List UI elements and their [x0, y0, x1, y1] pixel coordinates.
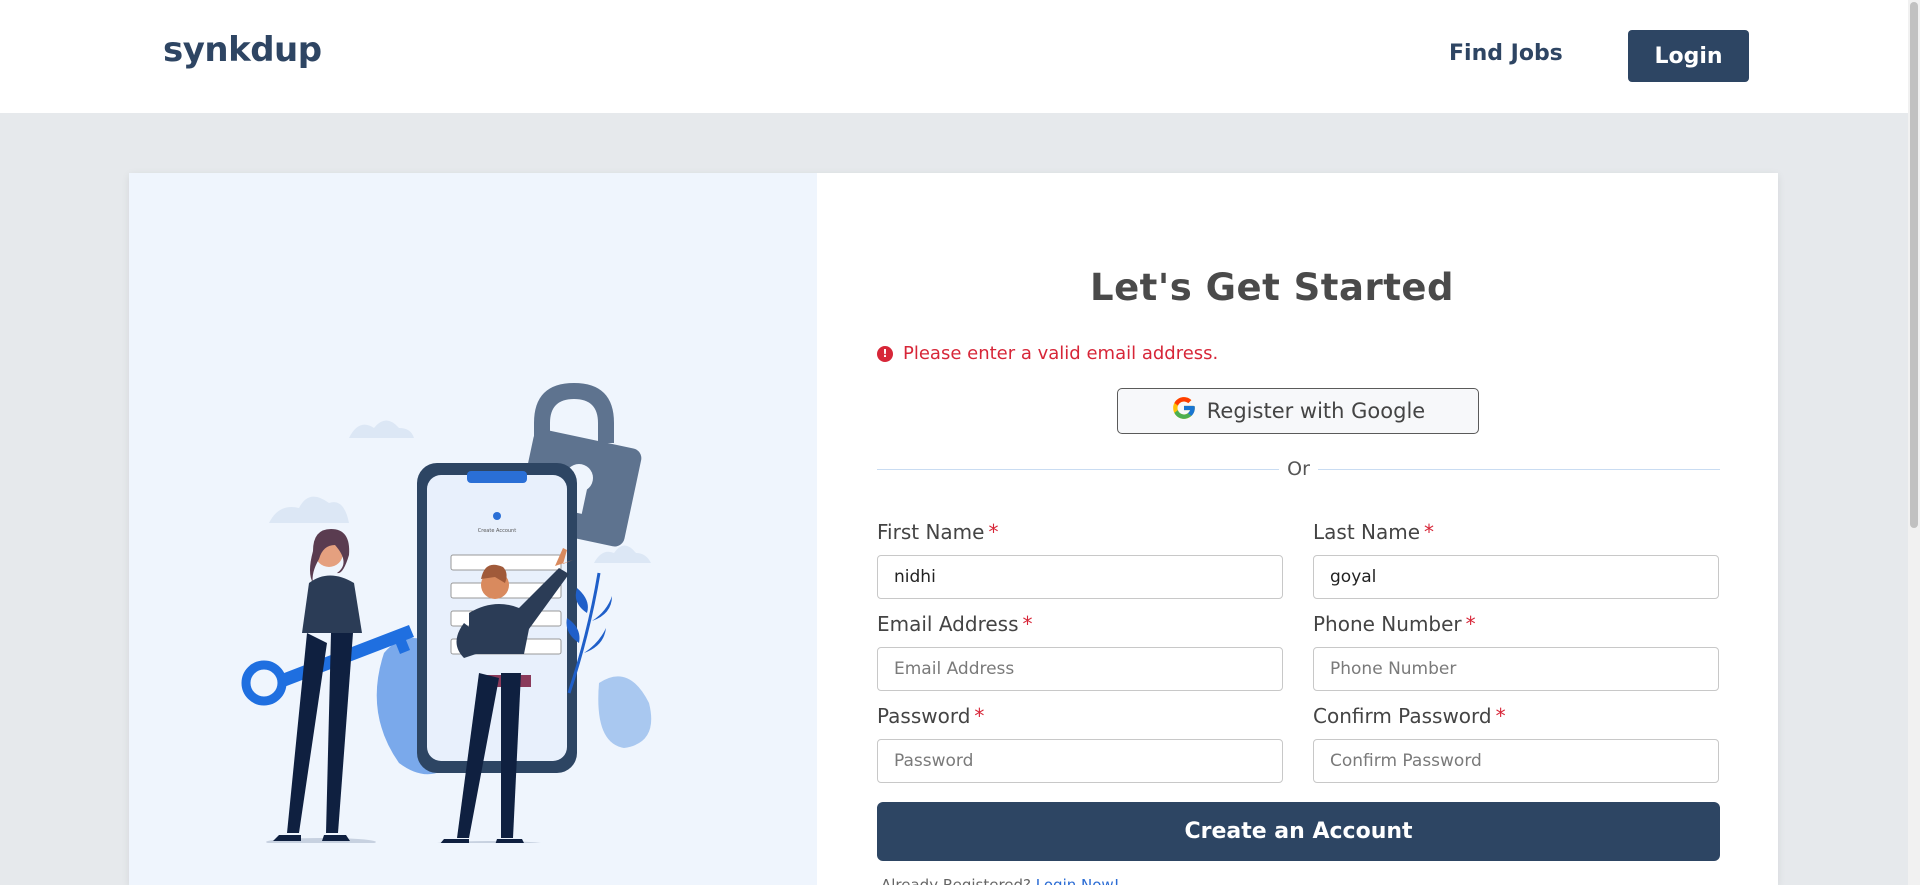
svg-text:Create Account: Create Account: [478, 528, 516, 534]
login-now-link[interactable]: Login Now!: [1036, 876, 1120, 885]
signup-illustration: Create Account: [241, 383, 652, 843]
divider-or-text: Or: [1287, 458, 1310, 480]
error-circle-icon: !: [877, 345, 893, 362]
login-button[interactable]: Login: [1628, 30, 1749, 82]
signup-card: Create Account Let's Get Started ! Pleas…: [129, 173, 1778, 885]
confirm-password-input[interactable]: [1313, 739, 1719, 783]
register-with-google-button[interactable]: Register with Google: [1117, 388, 1479, 434]
illustration-panel: Create Account: [129, 173, 817, 885]
divider-line-right: [1317, 468, 1720, 470]
find-jobs-link[interactable]: Find Jobs: [1449, 41, 1563, 66]
first-name-input[interactable]: [877, 555, 1283, 599]
page-scrollbar[interactable]: [1908, 0, 1920, 885]
error-message: ! Please enter a valid email address.: [877, 343, 1218, 364]
already-registered-text: Already Registered? Login Now!: [881, 876, 1120, 885]
signup-form-panel: Let's Get Started ! Please enter a valid…: [817, 173, 1778, 885]
or-divider: Or: [877, 458, 1720, 480]
scrollbar-thumb[interactable]: [1910, 2, 1918, 528]
email-input[interactable]: [877, 647, 1283, 691]
password-input[interactable]: [877, 739, 1283, 783]
confirm-password-label: Confirm Password *: [1313, 704, 1506, 728]
error-text: Please enter a valid email address.: [903, 343, 1219, 364]
password-label: Password *: [877, 704, 985, 728]
last-name-input[interactable]: [1313, 555, 1719, 599]
divider-line-left: [877, 468, 1280, 470]
phone-label: Phone Number *: [1313, 612, 1476, 636]
site-header: synkdup Find Jobs Login: [0, 0, 1908, 113]
google-button-label: Register with Google: [1206, 399, 1426, 423]
first-name-label: First Name *: [877, 520, 999, 544]
page-title: Let's Get Started: [1090, 266, 1454, 309]
synkdup-logo[interactable]: synkdup: [163, 30, 322, 70]
create-account-button[interactable]: Create an Account: [877, 802, 1720, 861]
email-label: Email Address *: [877, 612, 1033, 636]
phone-input[interactable]: [1313, 647, 1719, 691]
last-name-label: Last Name *: [1313, 520, 1435, 544]
google-icon: [1171, 395, 1197, 427]
